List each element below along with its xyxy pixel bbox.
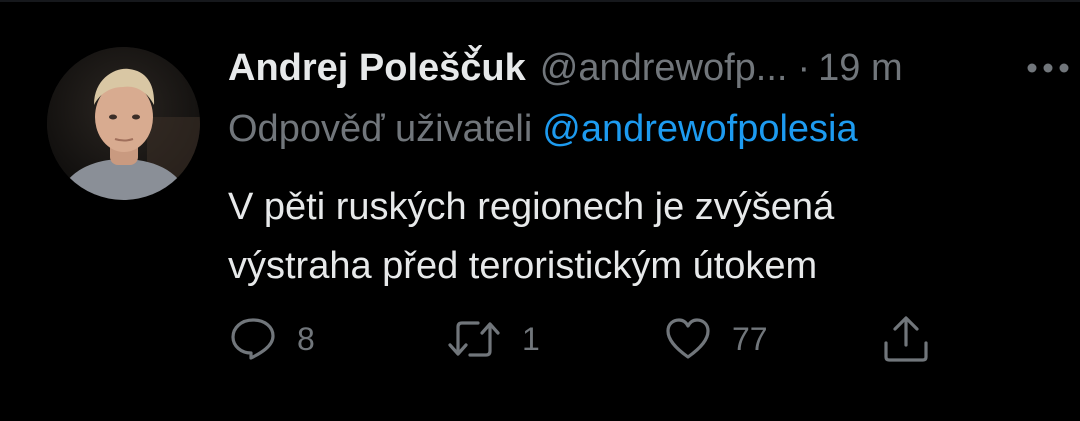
tweet-text-line: V pěti ruských regionech je zvýšená <box>228 186 835 228</box>
more-dots-icon <box>1027 63 1069 73</box>
separator-dot: · <box>797 46 811 89</box>
replying-to-label: Odpověď uživateli <box>228 107 533 150</box>
replying-to-handle-link[interactable]: @andrewofpolesia <box>542 108 857 151</box>
more-options-button[interactable] <box>1022 52 1074 84</box>
replying-to-line: Odpověď uživateli @andrewofpolesia <box>228 104 858 154</box>
reply-button[interactable]: 8 <box>229 312 315 366</box>
share-button[interactable] <box>880 312 932 366</box>
heart-icon <box>664 317 712 361</box>
tweet-text-line: výstraha před teroristickým útokem <box>228 245 818 287</box>
author-name[interactable]: Andrej Polešč̌uk <box>228 47 526 90</box>
retweet-button[interactable]: 1 <box>446 312 540 366</box>
tweet-text: V pěti ruských regionech je zvýšená výst… <box>228 178 1048 296</box>
reply-count: 8 <box>297 320 315 357</box>
avatar-image <box>47 47 200 200</box>
avatar[interactable] <box>47 47 200 200</box>
tweet-header: Andrej Polešč̌uk @andrewofp... · 19 m <box>228 40 903 96</box>
share-icon <box>880 315 932 363</box>
like-count: 77 <box>732 320 768 357</box>
retweet-icon <box>446 317 502 361</box>
like-button[interactable]: 77 <box>664 312 768 366</box>
author-handle[interactable]: @andrewofp... <box>540 47 788 90</box>
tweet-timestamp[interactable]: 19 m <box>818 47 902 90</box>
top-divider <box>0 0 1080 2</box>
reply-icon <box>229 316 277 362</box>
retweet-count: 1 <box>522 320 540 357</box>
